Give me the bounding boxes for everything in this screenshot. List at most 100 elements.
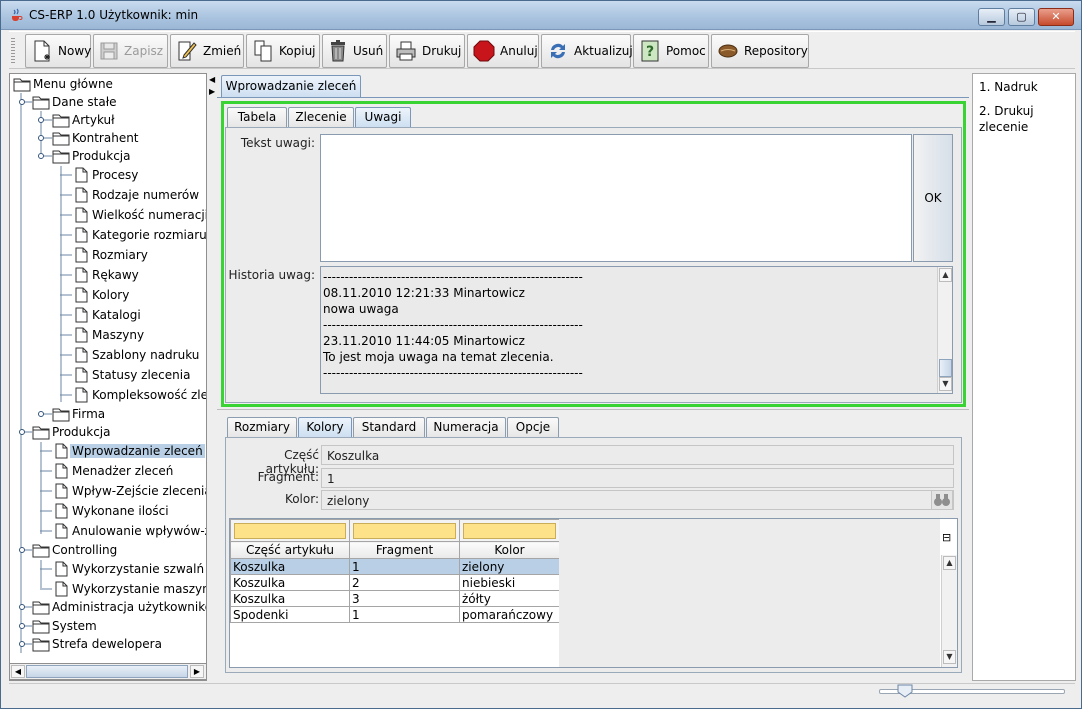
action-print-order-link[interactable]: 2. Drukuj zlecenie [979, 103, 1059, 135]
copy-button[interactable]: Kopiuj [246, 34, 320, 68]
tree-leaf[interactable]: Menadżer zleceń [52, 462, 175, 480]
table-cell[interactable]: Koszulka [230, 574, 350, 591]
note-history-area[interactable]: ----------------------------------------… [320, 266, 953, 394]
cancel-button[interactable]: Anuluj [467, 34, 539, 68]
tree-leaf[interactable]: Rękawy [72, 266, 141, 284]
filter-cell[interactable] [230, 519, 350, 542]
tree-folder[interactable]: Controlling [32, 541, 119, 559]
table-cell[interactable]: zielony [459, 558, 560, 575]
table-row[interactable]: Koszulka 3 żółty [230, 590, 560, 607]
tree-leaf[interactable]: Anulowanie wpływów-zejść [52, 522, 206, 540]
tree-folder[interactable]: Kontrahent [52, 129, 141, 147]
scroll-thumb[interactable] [939, 359, 952, 377]
close-button[interactable]: ✕ [1038, 8, 1074, 26]
expand-handle-icon[interactable] [19, 429, 25, 435]
scroll-up-arrow-icon[interactable]: ▲ [939, 268, 952, 282]
table-cell[interactable]: 2 [349, 574, 460, 591]
tree-leaf[interactable]: Wprowadzanie zleceń [52, 442, 205, 460]
tree-leaf[interactable]: Wpływ-Zejście zlecenia [52, 482, 206, 500]
action-nadruk-link[interactable]: 1. Nadruk [979, 79, 1038, 95]
tree-folder[interactable]: Produkcja [32, 423, 113, 441]
scroll-down-arrow-icon[interactable]: ▼ [939, 377, 952, 391]
section-divider[interactable] [217, 409, 969, 410]
tab-rozmiary[interactable]: Rozmiary [227, 417, 297, 437]
filter-cell[interactable] [349, 519, 460, 542]
history-scrollbar[interactable]: ▲ ▼ [937, 267, 952, 393]
ok-button[interactable]: OK [913, 134, 953, 262]
tree-leaf[interactable]: Wielkość numeracji [72, 206, 206, 224]
column-chooser-icon[interactable]: ⊟ [942, 531, 951, 544]
color-picker-button[interactable] [931, 490, 953, 510]
note-text-input[interactable] [320, 134, 912, 262]
collapse-left-icon[interactable]: ◀ [209, 75, 215, 84]
expand-handle-icon[interactable] [19, 623, 25, 629]
expand-handle-icon[interactable] [38, 135, 44, 141]
tab-kolory[interactable]: Kolory [298, 417, 352, 437]
tree-folder[interactable]: Menu główne [13, 75, 115, 93]
table-cell[interactable]: Koszulka [230, 590, 350, 607]
minimize-button[interactable]: ▁ [978, 8, 1005, 26]
tree-leaf[interactable]: Procesy [72, 166, 140, 184]
delete-button[interactable]: Usuń [322, 34, 387, 68]
tree-leaf[interactable]: Kompleksowość zlecenia [72, 386, 206, 404]
expand-handle-icon[interactable] [19, 641, 25, 647]
expand-handle-icon[interactable] [19, 99, 25, 105]
tree-folder[interactable]: Strefa dewelopera [32, 635, 164, 653]
expand-handle-icon[interactable] [38, 153, 44, 159]
repository-button[interactable]: Repository [711, 34, 809, 68]
expand-handle-icon[interactable] [38, 411, 44, 417]
column-header-part[interactable]: Część artykułu [230, 541, 350, 559]
tree-leaf[interactable]: Rozmiary [72, 246, 150, 264]
tab-opcje[interactable]: Opcje [507, 417, 559, 437]
table-cell[interactable]: 1 [349, 606, 460, 623]
table-cell[interactable]: 3 [349, 590, 460, 607]
tree-folder[interactable]: Dane stałe [32, 93, 119, 111]
table-cell[interactable]: żółty [459, 590, 560, 607]
expand-handle-icon[interactable] [19, 547, 25, 553]
new-button[interactable]: Nowy [25, 34, 91, 68]
table-cell[interactable]: niebieski [459, 574, 560, 591]
table-cell[interactable]: Spodenki [230, 606, 350, 623]
filter-color-input[interactable] [463, 522, 556, 539]
maximize-button[interactable]: ▢ [1008, 8, 1035, 26]
table-row[interactable]: Spodenki 1 pomarańczowy [230, 606, 560, 623]
tab-uwagi[interactable]: Uwagi [355, 107, 411, 127]
scroll-right-arrow-icon[interactable]: ▶ [190, 665, 204, 678]
tree-leaf[interactable]: Kategorie rozmiaru [72, 226, 206, 244]
column-header-color[interactable]: Kolor [459, 541, 560, 559]
save-button[interactable]: Zapisz [93, 34, 168, 68]
scroll-left-arrow-icon[interactable]: ◀ [11, 665, 25, 678]
table-cell[interactable]: 1 [349, 558, 460, 575]
tab-standard[interactable]: Standard [353, 417, 425, 437]
tree-leaf[interactable]: Statusy zlecenia [72, 366, 192, 384]
tree-folder[interactable]: Firma [52, 405, 107, 423]
tree-leaf[interactable]: Kolory [72, 286, 131, 304]
tab-numeracja[interactable]: Numeracja [426, 417, 506, 437]
table-scrollbar[interactable]: ▲ ▼ [941, 555, 957, 667]
table-row[interactable]: Koszulka 1 zielony [230, 558, 560, 575]
column-header-fragment[interactable]: Fragment [349, 541, 460, 559]
tree-folder[interactable]: Artykuł [52, 111, 117, 129]
table-row[interactable]: Koszulka 2 niebieski [230, 574, 560, 591]
help-button[interactable]: ? Pomoc [633, 34, 709, 68]
splitter[interactable]: ◀ ▶ [208, 73, 216, 681]
expand-handle-icon[interactable] [19, 604, 25, 610]
tree-leaf[interactable]: Wykonane ilości [52, 502, 171, 520]
table-cell[interactable]: pomarańczowy [459, 606, 560, 623]
tree-horizontal-scrollbar[interactable]: ◀ ▶ [9, 663, 207, 680]
expand-handle-icon[interactable] [38, 117, 44, 123]
filter-part-input[interactable] [234, 522, 346, 539]
tree-leaf[interactable]: Rodzaje numerów [72, 186, 201, 204]
tree-leaf[interactable]: Wykorzystanie maszyn [52, 580, 206, 598]
filter-fragment-input[interactable] [353, 522, 456, 539]
tree-leaf[interactable]: Katalogi [72, 306, 143, 324]
tree-folder[interactable]: Produkcja [52, 147, 133, 165]
tree-folder[interactable]: Administracja użytkowników [32, 598, 206, 616]
print-button[interactable]: Drukuj [389, 34, 465, 68]
tree-leaf[interactable]: Wykorzystanie szwalń [52, 560, 206, 578]
refresh-button[interactable]: Aktualizuj [541, 34, 633, 68]
tab-tabela[interactable]: Tabela [227, 107, 287, 127]
scroll-thumb[interactable] [26, 665, 188, 678]
tree-folder[interactable]: System [32, 617, 99, 635]
scroll-down-arrow-icon[interactable]: ▼ [943, 650, 956, 664]
